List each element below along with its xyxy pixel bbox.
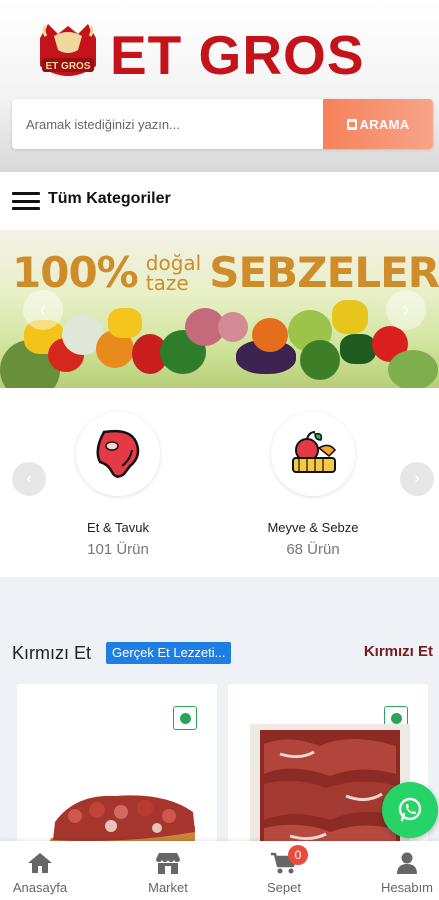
steak-icon	[96, 429, 140, 478]
search-input[interactable]	[12, 99, 323, 149]
banner-next-button[interactable]: ›	[386, 290, 426, 330]
categories-bar[interactable]: Tüm Kategoriler	[0, 172, 439, 228]
category-card-meat[interactable]: Et & Tavuk 101 Ürün	[43, 412, 193, 558]
banner-natural: doğal	[145, 250, 202, 275]
cart-count-badge: 0	[288, 845, 308, 865]
nav-item-home[interactable]: Anasayfa	[0, 850, 85, 895]
category-count: 101 Ürün	[87, 541, 149, 558]
brand-name[interactable]: ET GROS	[110, 24, 365, 86]
product-image	[48, 795, 195, 844]
fruit-basket-icon	[292, 431, 336, 473]
nav-item-account[interactable]: Hesabım	[362, 850, 439, 895]
all-categories-label: Tüm Kategoriler	[48, 190, 171, 207]
menu-icon[interactable]	[12, 192, 40, 210]
category-next-button[interactable]: ›	[400, 462, 434, 496]
whatsapp-button[interactable]	[382, 782, 438, 838]
nav-item-market[interactable]: Market	[123, 850, 213, 895]
section-title: Kırmızı Et	[12, 643, 92, 663]
search-button-label: ARAMA	[359, 116, 410, 132]
banner-prev-button[interactable]: ‹	[23, 290, 63, 330]
whatsapp-icon	[398, 797, 422, 822]
nav-label: Anasayfa	[12, 880, 68, 895]
section-tag: Gerçek Et Lezzeti...	[106, 642, 232, 664]
store-icon	[156, 853, 180, 874]
home-icon	[28, 853, 52, 873]
category-card-fruits[interactable]: Meyve & Sebze 68 Ürün	[238, 412, 388, 558]
banner-headline: 100% doğal taze SEBZELER	[12, 248, 439, 297]
search-bar: ARAMA	[12, 99, 433, 149]
product-section: Kırmızı Et Gerçek Et Lezzeti... Kırmızı …	[0, 577, 439, 844]
promo-banner[interactable]: 100% doğal taze SEBZELER ‹ ›	[0, 230, 439, 388]
banner-fresh: taze	[145, 270, 189, 295]
brand-badge-text: ET GROS	[45, 61, 90, 72]
banner-percent: 100%	[12, 248, 139, 297]
availability-dot-icon	[173, 706, 197, 730]
brand-logo-badge[interactable]: ET GROS	[34, 20, 102, 82]
category-carousel: ‹ Et & Tavuk 101 Ürün Meyve & Sebze 68 Ü…	[0, 390, 439, 576]
nav-label: Sepet	[267, 880, 301, 895]
category-count: 68 Ürün	[286, 541, 340, 558]
search-bag-icon	[346, 118, 357, 130]
nav-label: Hesabım	[380, 880, 434, 895]
search-button[interactable]: ARAMA	[323, 99, 433, 149]
product-card[interactable]	[17, 684, 217, 844]
section-link[interactable]: Kırmızı Et	[364, 643, 433, 660]
user-icon	[397, 852, 417, 874]
category-prev-button[interactable]: ‹	[12, 462, 46, 496]
nav-item-cart[interactable]: 0 Sepet	[239, 845, 329, 895]
category-name: Meyve & Sebze	[267, 520, 359, 535]
category-name: Et & Tavuk	[87, 520, 149, 535]
header: ET GROS ET GROS ARAMA	[0, 0, 439, 172]
product-image	[250, 724, 410, 844]
app-screen: ET GROS ET GROS ARAMA Tüm Kategoriler 10…	[0, 0, 439, 900]
nav-label: Market	[148, 880, 188, 895]
bottom-nav: Anasayfa Market 0 Sepet Hesabım	[0, 841, 439, 900]
